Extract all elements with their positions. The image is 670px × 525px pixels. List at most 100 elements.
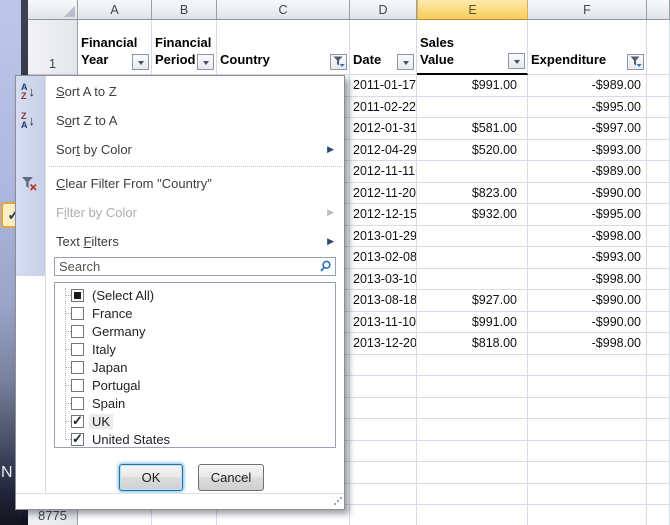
- cell[interactable]: [647, 462, 670, 484]
- cancel-button[interactable]: Cancel: [198, 464, 264, 491]
- cell[interactable]: 2013-12-20: [350, 333, 417, 355]
- cell[interactable]: [417, 462, 528, 484]
- cell[interactable]: [417, 441, 528, 463]
- cell[interactable]: [417, 355, 528, 377]
- filter-option-spain[interactable]: Spain: [55, 394, 335, 412]
- cell[interactable]: $823.00: [417, 183, 528, 205]
- filter-option-select-all[interactable]: (Select All): [55, 286, 335, 304]
- cell[interactable]: [647, 247, 670, 269]
- cell[interactable]: [350, 376, 417, 398]
- cell[interactable]: [350, 462, 417, 484]
- cell[interactable]: -$998.00: [528, 269, 647, 291]
- cell[interactable]: [647, 333, 670, 355]
- cell[interactable]: -$998.00: [528, 333, 647, 355]
- checkbox-unchecked-icon[interactable]: [71, 379, 84, 392]
- cell[interactable]: [417, 161, 528, 183]
- cell[interactable]: [528, 398, 647, 420]
- resize-grip-icon[interactable]: [332, 497, 342, 507]
- cell[interactable]: $520.00: [417, 140, 528, 162]
- header-cell-A[interactable]: FinancialYear: [78, 20, 152, 75]
- cell[interactable]: -$989.00: [528, 75, 647, 97]
- cell[interactable]: 2013-02-08: [350, 247, 417, 269]
- filter-option-italy[interactable]: Italy: [55, 340, 335, 358]
- cell[interactable]: [647, 441, 670, 463]
- cell[interactable]: 2013-03-10: [350, 269, 417, 291]
- cell[interactable]: -$995.00: [528, 204, 647, 226]
- cell[interactable]: [647, 290, 670, 312]
- cell[interactable]: [528, 441, 647, 463]
- cell[interactable]: 2011-01-17: [350, 75, 417, 97]
- cell[interactable]: [417, 376, 528, 398]
- cell[interactable]: [417, 505, 528, 525]
- cell[interactable]: [417, 97, 528, 119]
- cell[interactable]: -$997.00: [528, 118, 647, 140]
- cell[interactable]: -$990.00: [528, 312, 647, 334]
- header-cell-partial[interactable]: [647, 20, 670, 75]
- cell[interactable]: [647, 161, 670, 183]
- cell[interactable]: [647, 204, 670, 226]
- filter-option-uk[interactable]: UK: [55, 412, 335, 430]
- cell[interactable]: $927.00: [417, 290, 528, 312]
- cell[interactable]: $581.00: [417, 118, 528, 140]
- select-all-corner[interactable]: [28, 0, 78, 20]
- cell[interactable]: [647, 419, 670, 441]
- cell[interactable]: $991.00: [417, 312, 528, 334]
- cell[interactable]: [647, 312, 670, 334]
- cell[interactable]: [647, 118, 670, 140]
- checkbox-unchecked-icon[interactable]: [71, 307, 84, 320]
- cell[interactable]: [528, 355, 647, 377]
- cell[interactable]: 2013-11-10: [350, 312, 417, 334]
- cell[interactable]: [417, 247, 528, 269]
- menu-item-filter-by-color[interactable]: Filter by Color▶: [16, 198, 344, 227]
- cell[interactable]: [417, 398, 528, 420]
- dropdown-button-A[interactable]: [132, 54, 149, 70]
- menu-item-sort-by-color[interactable]: Sort by Color▶: [16, 135, 344, 164]
- column-header-F[interactable]: F: [528, 0, 647, 20]
- cell[interactable]: [417, 269, 528, 291]
- cell[interactable]: -$998.00: [528, 226, 647, 248]
- checkbox-checked-icon[interactable]: [71, 433, 84, 446]
- dropdown-button-D[interactable]: [397, 54, 414, 70]
- search-icon[interactable]: [319, 260, 332, 276]
- cell[interactable]: [528, 484, 647, 506]
- menu-item-text-filters[interactable]: Text Filters▶: [16, 227, 344, 256]
- cell[interactable]: -$993.00: [528, 140, 647, 162]
- column-header-D[interactable]: D: [350, 0, 417, 20]
- cell[interactable]: [528, 376, 647, 398]
- menu-item-sort-a-to-z[interactable]: AZ↓Sort A to Z: [16, 77, 344, 106]
- filter-option-germany[interactable]: Germany: [55, 322, 335, 340]
- dropdown-button-B[interactable]: [197, 54, 214, 70]
- cell[interactable]: -$990.00: [528, 183, 647, 205]
- cell[interactable]: 2011-02-22: [350, 97, 417, 119]
- checkbox-indeterminate-icon[interactable]: [71, 289, 84, 302]
- cell[interactable]: [647, 505, 670, 525]
- checkbox-unchecked-icon[interactable]: [71, 397, 84, 410]
- cell[interactable]: [350, 419, 417, 441]
- header-cell-C[interactable]: Country: [217, 20, 350, 75]
- cell[interactable]: [350, 441, 417, 463]
- cell[interactable]: [417, 484, 528, 506]
- cell[interactable]: [647, 97, 670, 119]
- cell[interactable]: 2013-08-18: [350, 290, 417, 312]
- cell[interactable]: 2012-11-11: [350, 161, 417, 183]
- header-cell-F[interactable]: Expenditure: [528, 20, 647, 75]
- checkbox-unchecked-icon[interactable]: [71, 343, 84, 356]
- header-cell-D[interactable]: Date: [350, 20, 417, 75]
- cell[interactable]: [647, 226, 670, 248]
- cell[interactable]: 2012-11-20: [350, 183, 417, 205]
- cell[interactable]: $991.00: [417, 75, 528, 97]
- column-header-C[interactable]: C: [217, 0, 350, 20]
- cell[interactable]: [647, 355, 670, 377]
- cell[interactable]: [647, 398, 670, 420]
- cell[interactable]: [528, 419, 647, 441]
- cell[interactable]: [417, 226, 528, 248]
- header-cell-B[interactable]: FinancialPeriod: [152, 20, 217, 75]
- cell[interactable]: [647, 75, 670, 97]
- cell[interactable]: -$993.00: [528, 247, 647, 269]
- cell[interactable]: [528, 462, 647, 484]
- cell[interactable]: $932.00: [417, 204, 528, 226]
- cell[interactable]: [350, 398, 417, 420]
- cell[interactable]: [647, 484, 670, 506]
- filter-button-F[interactable]: [627, 54, 644, 70]
- row-number-1[interactable]: 1: [28, 20, 78, 75]
